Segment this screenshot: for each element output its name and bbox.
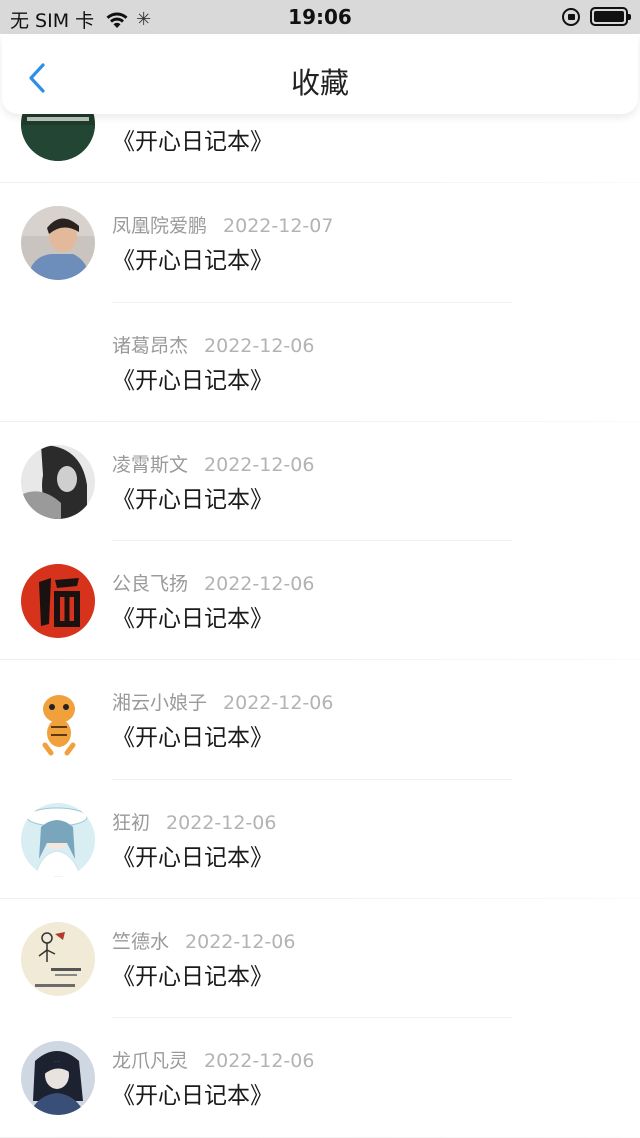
book-title[interactable]: 《开心日记本》 [112,1076,273,1110]
item-date: 2022-12-07 [223,215,334,238]
list-item[interactable]: 龙爪凡灵 2022-12-06 《开心日记本》 [0,1018,640,1138]
user-name[interactable]: 龙爪凡灵 [112,1050,188,1072]
orientation-lock-icon [562,7,580,26]
item-meta: 凌霄斯文 2022-12-06 [112,450,314,477]
item-date: 2022-12-06 [223,692,334,715]
avatar [21,564,95,639]
book-title[interactable]: 《开心日记本》 [112,480,273,514]
book-title[interactable]: 《开心日记本》 [112,838,273,872]
user-name[interactable]: 狂初 [112,812,150,834]
avatar [21,206,95,281]
book-title[interactable]: 《开心日记本》 [112,122,273,156]
item-meta: 诸葛昂杰 2022-12-06 [112,331,314,358]
book-title[interactable]: 《开心日记本》 [112,599,273,633]
list-item[interactable]: 凌霄斯文 2022-12-06 《开心日记本》 [0,422,640,542]
user-name[interactable]: 凤凰院爱鹏 [112,215,207,237]
battery-icon [590,7,631,26]
book-title[interactable]: 《开心日记本》 [112,241,273,275]
list-item[interactable]: 诸葛昂杰 2022-12-06 《开心日记本》 [0,303,640,422]
status-right [562,7,631,26]
avatar [21,683,95,758]
user-name[interactable]: 竺德水 [112,931,169,953]
item-meta: 公良飞扬 2022-12-06 [112,569,314,596]
favorites-list: 《开心日记本》 凤凰院爱鹏 2022-12-07 《开心日记本》 诸葛昂杰 20… [0,114,640,1138]
list-item[interactable]: 《开心日记本》 [0,114,640,184]
book-title[interactable]: 《开心日记本》 [112,361,273,395]
avatar [21,1041,95,1116]
user-name[interactable]: 凌霄斯文 [112,454,188,476]
list-item[interactable]: 竺德水 2022-12-06 《开心日记本》 [0,899,640,1019]
avatar [21,922,95,997]
book-title[interactable]: 《开心日记本》 [112,957,273,991]
avatar [21,802,95,877]
list-item[interactable]: 凤凰院爱鹏 2022-12-07 《开心日记本》 [0,183,640,303]
list-item[interactable]: 公良飞扬 2022-12-06 《开心日记本》 [0,541,640,661]
status-bar: 无 SIM 卡 ✳ 19:06 [0,0,640,34]
item-meta: 湘云小娘子 2022-12-06 [112,688,333,715]
item-meta: 龙爪凡灵 2022-12-06 [112,1046,314,1073]
item-date: 2022-12-06 [185,931,296,954]
item-date: 2022-12-06 [204,1050,315,1073]
item-meta: 凤凰院爱鹏 2022-12-07 [112,211,333,238]
book-title[interactable]: 《开心日记本》 [112,718,273,752]
page-title: 收藏 [290,66,349,100]
avatar [21,444,95,519]
item-meta: 狂初 2022-12-06 [112,808,276,835]
user-name[interactable]: 湘云小娘子 [112,692,207,714]
list-item[interactable]: 狂初 2022-12-06 《开心日记本》 [0,780,640,900]
item-date: 2022-12-06 [204,334,315,357]
item-meta: 竺德水 2022-12-06 [112,927,295,954]
item-date: 2022-12-06 [204,573,315,596]
nav-bar: 收藏 [2,34,638,114]
status-time: 19:06 [288,5,352,29]
favorites-list-inner: 《开心日记本》 凤凰院爱鹏 2022-12-07 《开心日记本》 诸葛昂杰 20… [0,114,640,1138]
user-name[interactable]: 公良飞扬 [112,573,188,595]
list-item[interactable]: 湘云小娘子 2022-12-06 《开心日记本》 [0,660,640,780]
item-date: 2022-12-06 [204,453,315,476]
avatar [21,114,95,161]
item-date: 2022-12-06 [166,811,277,834]
user-name[interactable]: 诸葛昂杰 [112,335,188,357]
